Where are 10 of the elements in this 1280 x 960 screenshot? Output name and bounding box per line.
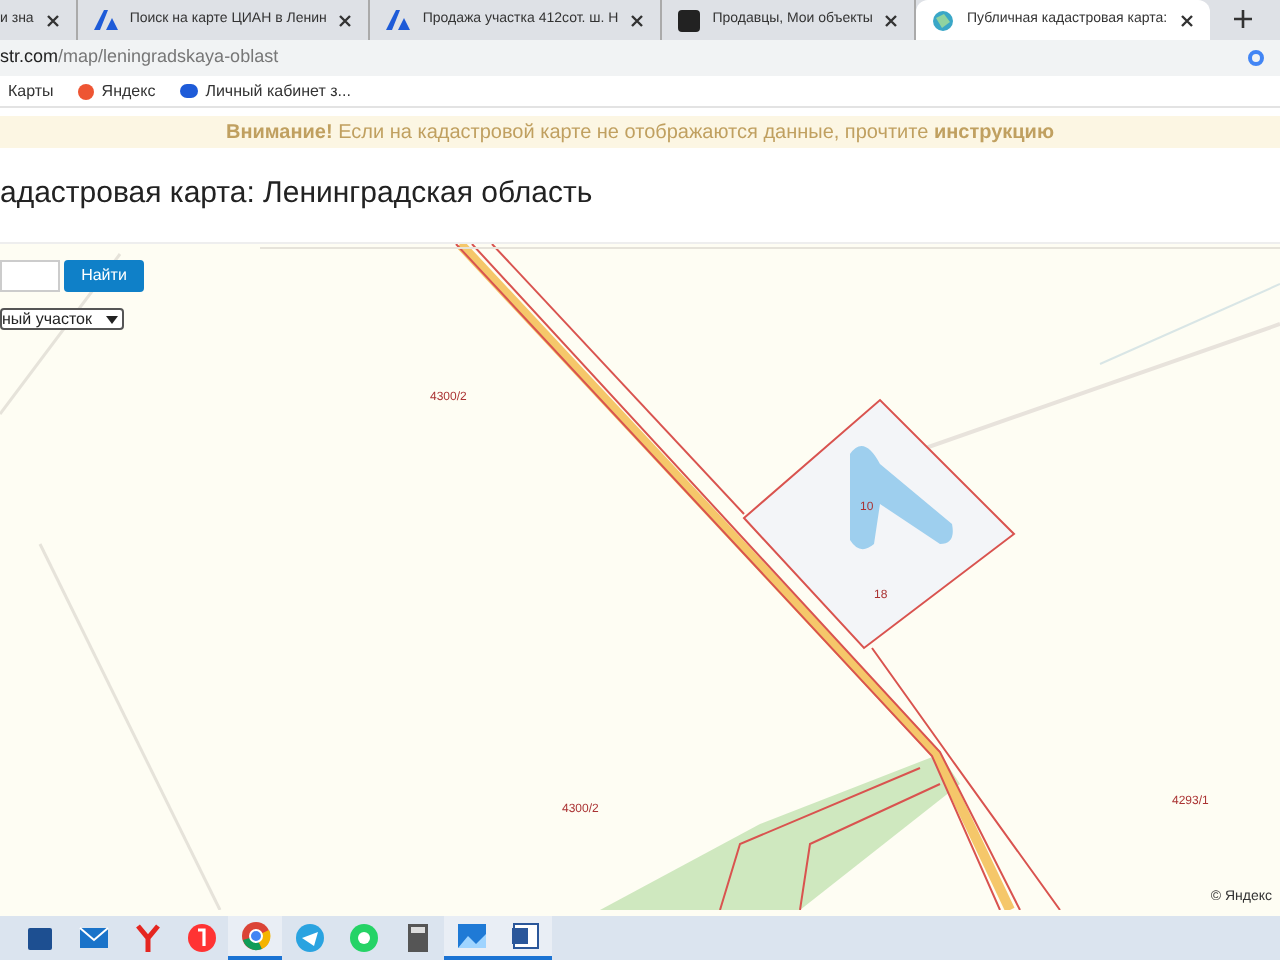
url-host: str.com — [0, 44, 59, 71]
search-button[interactable]: Найти — [64, 260, 144, 292]
notice-text: Внимание! Если на кадастровой карте не отображаются данные, прочтите инструкцию — [226, 119, 1054, 147]
page-title: адастровая карта: Ленинградская область — [0, 174, 593, 215]
bookmark-link[interactable]: Карты — [8, 79, 54, 103]
bookmark-link[interactable]: Яндекс — [77, 79, 156, 103]
address-bar[interactable]: str.com/map/leningradskaya-oblast — [0, 40, 1280, 76]
bookmark-link[interactable]: Личный кабинет з... — [179, 79, 351, 103]
type-select[interactable]: ный участок — [0, 308, 124, 330]
url-path: /map/leningradskaya-oblast — [58, 44, 279, 71]
